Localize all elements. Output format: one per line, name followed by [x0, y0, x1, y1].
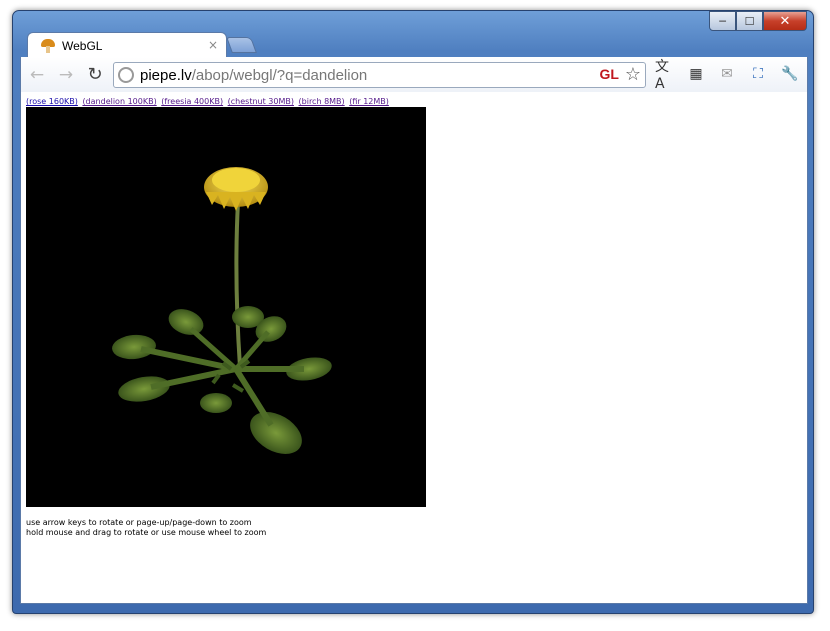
- back-button[interactable]: ←: [24, 63, 50, 87]
- tab-webgl[interactable]: WebGL ×: [27, 32, 227, 58]
- reload-button[interactable]: ↻: [82, 63, 108, 87]
- window-controls: ─ ☐ ✕: [709, 11, 807, 31]
- link-fir[interactable]: (fir 12MB): [349, 97, 389, 106]
- link-rose[interactable]: (rose 160KB): [26, 97, 78, 106]
- url-host: piepe.lv: [140, 66, 192, 84]
- qr-code-icon[interactable]: ▦: [685, 63, 707, 85]
- wrench-icon[interactable]: 🔧: [779, 63, 801, 85]
- globe-icon: [118, 67, 134, 83]
- instruction-line: use arrow keys to rotate or page-up/page…: [26, 518, 252, 527]
- link-chestnut[interactable]: (chestnut 30MB): [228, 97, 294, 106]
- new-tab-button[interactable]: [226, 37, 257, 53]
- leaves-shape: [112, 306, 332, 454]
- close-window-button[interactable]: ✕: [763, 11, 807, 31]
- webgl-canvas[interactable]: [26, 107, 426, 507]
- mail-icon[interactable]: ✉: [716, 63, 738, 85]
- browser-window: ─ ☐ ✕ WebGL × ← → ↻ piepe.lv/abop/webgl/…: [12, 10, 814, 614]
- maximize-button[interactable]: ☐: [736, 11, 763, 31]
- fullscreen-icon[interactable]: ⛶: [747, 63, 769, 85]
- url-text[interactable]: piepe.lv/abop/webgl/?q=dandelion: [140, 67, 367, 84]
- stem-shape: [234, 201, 242, 368]
- instruction-line: hold mouse and drag to rotate or use mou…: [26, 528, 267, 537]
- address-bar[interactable]: piepe.lv/abop/webgl/?q=dandelion GL ☆: [113, 62, 646, 88]
- url-path: /abop/webgl/?q=dandelion: [191, 66, 368, 84]
- page-content: (rose 160KB) (dandelion 100KB) (freesia …: [20, 92, 808, 604]
- desktop: ─ ☐ ✕ WebGL × ← → ↻ piepe.lv/abop/webgl/…: [0, 0, 830, 631]
- translate-icon[interactable]: 文A: [655, 59, 677, 92]
- minimize-button[interactable]: ─: [709, 11, 736, 31]
- mushroom-favicon-icon: [40, 38, 56, 54]
- link-dandelion[interactable]: (dandelion 100KB): [82, 97, 156, 106]
- tab-title: WebGL: [62, 38, 103, 53]
- gl-extension-icon[interactable]: GL: [600, 66, 619, 82]
- link-birch[interactable]: (birch 8MB): [299, 97, 345, 106]
- toolbar: ← → ↻ piepe.lv/abop/webgl/?q=dandelion G…: [20, 57, 808, 92]
- instructions: use arrow keys to rotate or page-up/page…: [26, 518, 266, 538]
- dandelion-render: [112, 167, 332, 454]
- forward-button[interactable]: →: [53, 63, 79, 87]
- flower-head-shape: [204, 167, 268, 211]
- tab-close-icon[interactable]: ×: [208, 38, 218, 52]
- bookmark-star-icon[interactable]: ☆: [625, 64, 641, 85]
- model-links: (rose 160KB) (dandelion 100KB) (freesia …: [26, 97, 391, 106]
- link-freesia[interactable]: (freesia 400KB): [161, 97, 223, 106]
